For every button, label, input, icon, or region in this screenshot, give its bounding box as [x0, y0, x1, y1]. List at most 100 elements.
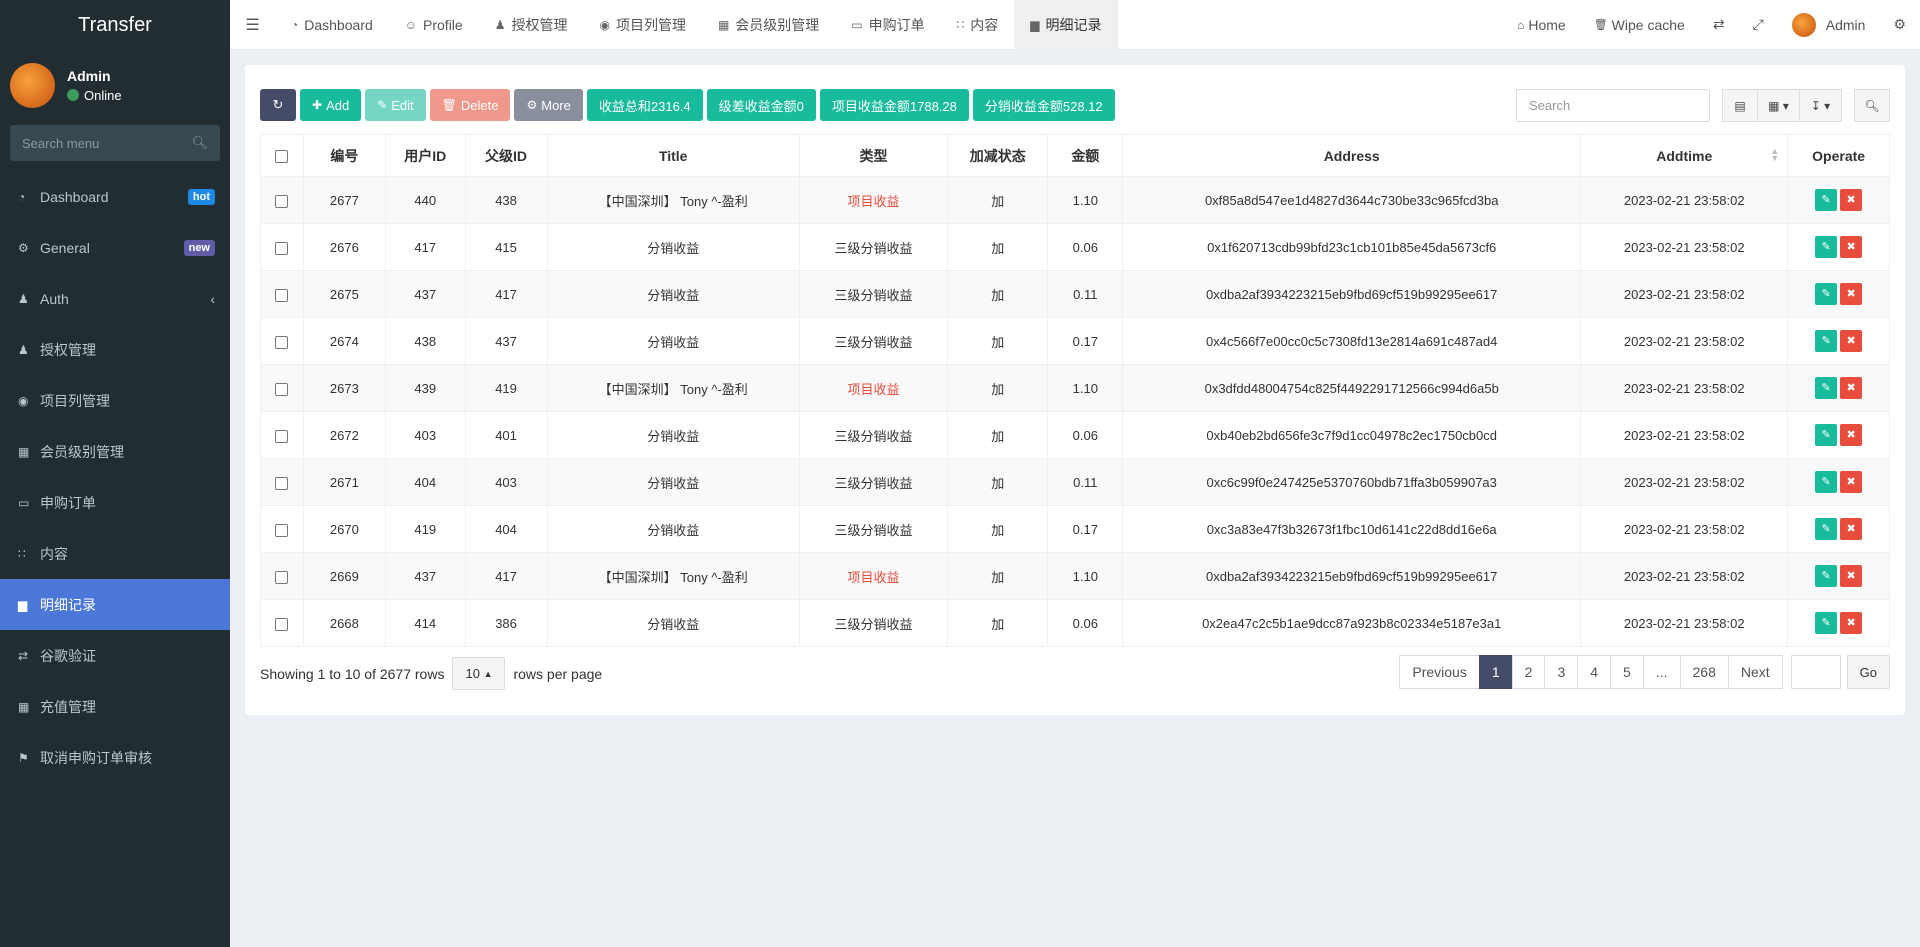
refresh-button[interactable]: ↻: [260, 89, 296, 121]
delete-row-icon[interactable]: ✖: [1840, 471, 1863, 493]
sidebar-item[interactable]: ▭ 申购订单: [0, 477, 230, 528]
row-checkbox[interactable]: [260, 458, 304, 506]
row-checkbox[interactable]: [260, 270, 304, 318]
delete-row-icon[interactable]: ✖: [1840, 283, 1863, 305]
language-icon[interactable]: ⇄: [1699, 0, 1739, 50]
row-checkbox[interactable]: [260, 411, 304, 459]
delete-row-icon[interactable]: ✖: [1840, 424, 1863, 446]
row-checkbox[interactable]: [260, 176, 304, 224]
table-row[interactable]: 2676 417 415 分销收益 三级分销收益加 0.06 0x1f620713cdb99…: [260, 223, 1890, 271]
delete-row-icon[interactable]: ✖: [1840, 518, 1863, 540]
edit-row-icon[interactable]: ✎: [1815, 471, 1838, 493]
table-row[interactable]: 2677 440 438 【中国深圳】 Tony ^-盈利 项目收益加 1.10 0xf85…: [260, 176, 1890, 224]
column-header[interactable]: 金额: [1047, 134, 1124, 177]
home-link[interactable]: ⌂ Home: [1503, 0, 1580, 50]
sidebar-item[interactable]: ⚙ General new: [0, 222, 230, 273]
menu-toggle-icon[interactable]: ☰: [230, 15, 275, 35]
next-page-button[interactable]: Next: [1727, 655, 1783, 689]
table-row[interactable]: 2668 414 386 分销收益 三级分销收益加 0.06 0x2ea47c2c5b1ae…: [260, 599, 1890, 647]
page-button[interactable]: 1: [1478, 655, 1513, 689]
edit-row-icon[interactable]: ✎: [1815, 236, 1838, 258]
row-checkbox[interactable]: [260, 364, 304, 412]
edit-row-icon[interactable]: ✎: [1815, 424, 1838, 446]
page-jump-input[interactable]: [1790, 655, 1841, 689]
page-button[interactable]: ...: [1642, 655, 1681, 689]
nav-tab[interactable]: ∷ 内容: [941, 0, 1015, 50]
edit-button[interactable]: ✎ Edit: [365, 89, 426, 121]
column-header[interactable]: Addtime ▲ ▼: [1580, 134, 1789, 177]
admin-menu[interactable]: Admin: [1778, 0, 1880, 50]
search-icon[interactable]: 🔍︎: [191, 135, 208, 151]
edit-row-icon[interactable]: ✎: [1815, 377, 1838, 399]
edit-row-icon[interactable]: ✎: [1815, 283, 1838, 305]
table-row[interactable]: 2675 437 417 分销收益 三级分销收益加 0.11 0xdba2af3934223…: [260, 270, 1890, 318]
table-row[interactable]: 2673 439 419 【中国深圳】 Tony ^-盈利 项目收益加 1.10 0x3df…: [260, 364, 1890, 412]
delete-row-icon[interactable]: ✖: [1840, 377, 1863, 399]
sidebar-item[interactable]: ◉ 项目列管理: [0, 375, 230, 426]
column-header[interactable]: Operate: [1787, 134, 1890, 177]
column-header[interactable]: Title: [546, 134, 800, 177]
previous-page-button[interactable]: Previous: [1399, 655, 1480, 689]
table-row[interactable]: 2669 437 417 【中国深圳】 Tony ^-盈利 项目收益加 1.10 0xdba…: [260, 552, 1890, 600]
settings-gear-icon[interactable]: ⚙: [1879, 0, 1920, 50]
nav-tab[interactable]: ♟ 授权管理: [479, 0, 584, 50]
edit-row-icon[interactable]: ✎: [1815, 189, 1838, 211]
delete-row-icon[interactable]: ✖: [1840, 565, 1863, 587]
row-checkbox[interactable]: [260, 223, 304, 271]
page-button[interactable]: 5: [1610, 655, 1644, 689]
wipe-cache-button[interactable]: 🗑︎ Wipe cache: [1580, 0, 1699, 50]
sidebar-item[interactable]: ⇄ 谷歌验证: [0, 630, 230, 681]
table-row[interactable]: 2670 419 404 分销收益 三级分销收益加 0.17 0xc3a83e47f3b32…: [260, 505, 1890, 553]
page-button[interactable]: 4: [1577, 655, 1612, 689]
sidebar-item[interactable]: ∷ 内容: [0, 528, 230, 579]
edit-row-icon[interactable]: ✎: [1815, 518, 1838, 540]
table-row[interactable]: 2672 403 401 分销收益 三级分销收益加 0.06 0xb40eb2bd656fe…: [260, 411, 1890, 459]
stat-distribution-income[interactable]: 分销收益金额528.12: [972, 89, 1115, 121]
sidebar-item[interactable]: ▦ 会员级别管理: [0, 426, 230, 477]
sidebar-item[interactable]: ⚑ 取消申购订单审核: [0, 732, 230, 783]
table-row[interactable]: 2674 438 437 分销收益 三级分销收益加 0.17 0x4c566f7e00cc0…: [260, 317, 1890, 365]
add-button[interactable]: ✚ Add: [300, 89, 362, 121]
sidebar-item[interactable]: ◔ Dashboard hot: [0, 171, 230, 222]
sidebar-search-input[interactable]: Search menu 🔍︎: [10, 125, 220, 161]
column-header[interactable]: 父级ID: [464, 134, 548, 177]
sidebar-item[interactable]: ▦ 充值管理: [0, 681, 230, 732]
row-checkbox[interactable]: [260, 505, 304, 553]
fullscreen-icon[interactable]: ⤢: [1739, 0, 1778, 50]
nav-tab[interactable]: ◉ 项目列管理: [583, 0, 701, 50]
columns-icon[interactable]: ▦ ▾: [1758, 89, 1800, 122]
edit-row-icon[interactable]: ✎: [1815, 612, 1838, 634]
edit-row-icon[interactable]: ✎: [1815, 330, 1838, 352]
page-button[interactable]: 268: [1679, 655, 1729, 689]
advanced-search-icon[interactable]: 🔍︎: [1854, 89, 1890, 122]
table-row[interactable]: 2671 404 403 分销收益 三级分销收益加 0.11 0xc6c99f0e24742…: [260, 458, 1890, 506]
export-icon[interactable]: ↧ ▾: [1800, 89, 1842, 122]
row-checkbox[interactable]: [260, 599, 304, 647]
more-button[interactable]: ⚙ More: [514, 89, 583, 121]
page-size-select[interactable]: 10 ▲: [452, 657, 506, 690]
nav-tab[interactable]: ▆ 明细记录: [1014, 0, 1118, 50]
toggle-view-icon[interactable]: ▤: [1722, 89, 1758, 122]
delete-row-icon[interactable]: ✖: [1840, 612, 1863, 634]
stat-level-diff[interactable]: 级差收益金额0: [706, 89, 816, 121]
column-header[interactable]: 加减状态: [947, 134, 1049, 177]
stat-project-income[interactable]: 项目收益金额1788.28: [819, 89, 969, 121]
page-button[interactable]: 3: [1544, 655, 1579, 689]
brand-logo[interactable]: Transfer: [0, 0, 230, 50]
column-header[interactable]: 类型: [798, 134, 949, 177]
delete-button[interactable]: 🗑︎ Delete: [429, 89, 511, 121]
stat-total-income[interactable]: 收益总和2316.4: [586, 89, 703, 121]
column-header[interactable]: 用户ID: [384, 134, 466, 177]
row-checkbox[interactable]: [260, 317, 304, 365]
edit-row-icon[interactable]: ✎: [1815, 565, 1838, 587]
nav-tab[interactable]: ▭ 申购订单: [835, 0, 940, 50]
nav-tab[interactable]: ◔ Dashboard: [275, 0, 389, 50]
table-search-input[interactable]: Search: [1516, 89, 1710, 122]
nav-tab[interactable]: ▦ 会员级别管理: [702, 0, 835, 50]
row-checkbox[interactable]: [260, 552, 304, 600]
sidebar-item[interactable]: ▆ 明细记录: [0, 579, 230, 630]
page-button[interactable]: 2: [1511, 655, 1546, 689]
column-header[interactable]: 编号: [302, 134, 386, 177]
delete-row-icon[interactable]: ✖: [1840, 330, 1863, 352]
delete-row-icon[interactable]: ✖: [1840, 236, 1863, 258]
